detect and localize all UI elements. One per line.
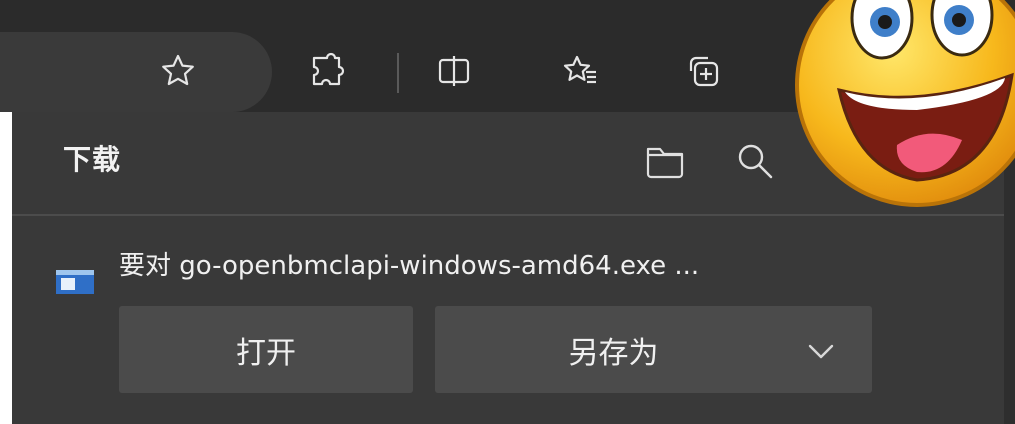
folder-icon[interactable] <box>643 139 687 183</box>
open-button[interactable]: 打开 <box>119 306 413 393</box>
download-filename: 要对 go-openbmclapi-windows-amd64.exe ... <box>119 251 700 281</box>
toolbar-separator <box>397 53 399 93</box>
split-screen-icon[interactable] <box>434 51 474 91</box>
save-as-label: 另存为 <box>568 335 659 371</box>
open-button-label: 打开 <box>236 335 296 371</box>
smiley-face-sticker <box>795 0 1015 207</box>
chevron-down-icon[interactable] <box>804 334 838 368</box>
address-bar[interactable] <box>0 32 272 112</box>
search-icon[interactable] <box>733 139 777 183</box>
star-icon[interactable] <box>158 51 198 91</box>
save-as-button[interactable]: 另存为 <box>435 306 872 393</box>
panel-title: 下载 <box>63 143 122 176</box>
favorites-icon[interactable] <box>560 51 600 91</box>
screen: 下载 要对 go-openbmclapi-windows-amd64.exe .… <box>0 0 1015 424</box>
collections-icon[interactable] <box>683 51 723 91</box>
extensions-icon[interactable] <box>307 51 347 91</box>
exe-file-icon <box>56 270 94 294</box>
